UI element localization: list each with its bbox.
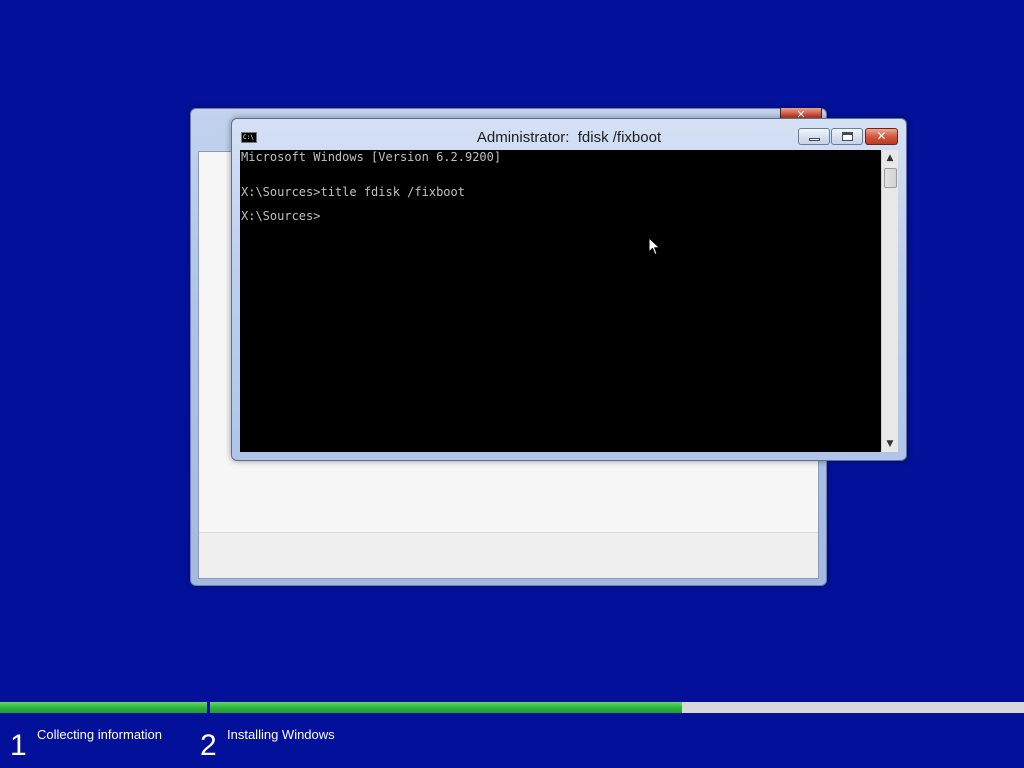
console-output[interactable]: Microsoft Windows [Version 6.2.9200] X:\… bbox=[240, 150, 881, 452]
progress-fill bbox=[210, 702, 683, 713]
scrollbar-thumb[interactable] bbox=[884, 168, 897, 188]
setup-progress-bar bbox=[0, 702, 1024, 713]
step-label: Installing Windows bbox=[227, 727, 335, 742]
progress-segment-collecting bbox=[0, 702, 207, 713]
chevron-up-icon: ▲ bbox=[886, 153, 894, 163]
step-number: 2 bbox=[200, 729, 217, 762]
console-line-command: X:\Sources>title fdisk /fixboot bbox=[241, 185, 465, 199]
scroll-down-button[interactable]: ▼ bbox=[882, 436, 898, 452]
console-prompt[interactable]: X:\Sources> bbox=[241, 209, 320, 223]
maximize-button[interactable] bbox=[831, 128, 863, 145]
scroll-up-button[interactable]: ▲ bbox=[882, 150, 898, 166]
progress-fill bbox=[0, 702, 207, 713]
console-line-version: Microsoft Windows [Version 6.2.9200] bbox=[241, 150, 502, 164]
step-label: Collecting information bbox=[37, 727, 163, 742]
cmd-titlebar[interactable]: C:\ Administrator: fdisk /fixboot ✕ bbox=[232, 119, 906, 150]
vertical-scrollbar[interactable]: ▲ ▼ bbox=[881, 150, 898, 452]
maximize-icon bbox=[842, 132, 853, 141]
step-number: 1 bbox=[10, 729, 27, 762]
progress-segment-installing bbox=[210, 702, 1024, 713]
close-icon: ✕ bbox=[876, 129, 887, 143]
minimize-button[interactable] bbox=[798, 128, 830, 145]
command-prompt-window[interactable]: C:\ Administrator: fdisk /fixboot ✕ Micr… bbox=[231, 118, 907, 461]
setup-window-footer bbox=[199, 532, 818, 578]
close-button[interactable]: ✕ bbox=[865, 128, 898, 145]
chevron-down-icon: ▼ bbox=[886, 439, 894, 449]
mouse-cursor-icon bbox=[648, 237, 660, 255]
minimize-icon bbox=[809, 138, 820, 141]
